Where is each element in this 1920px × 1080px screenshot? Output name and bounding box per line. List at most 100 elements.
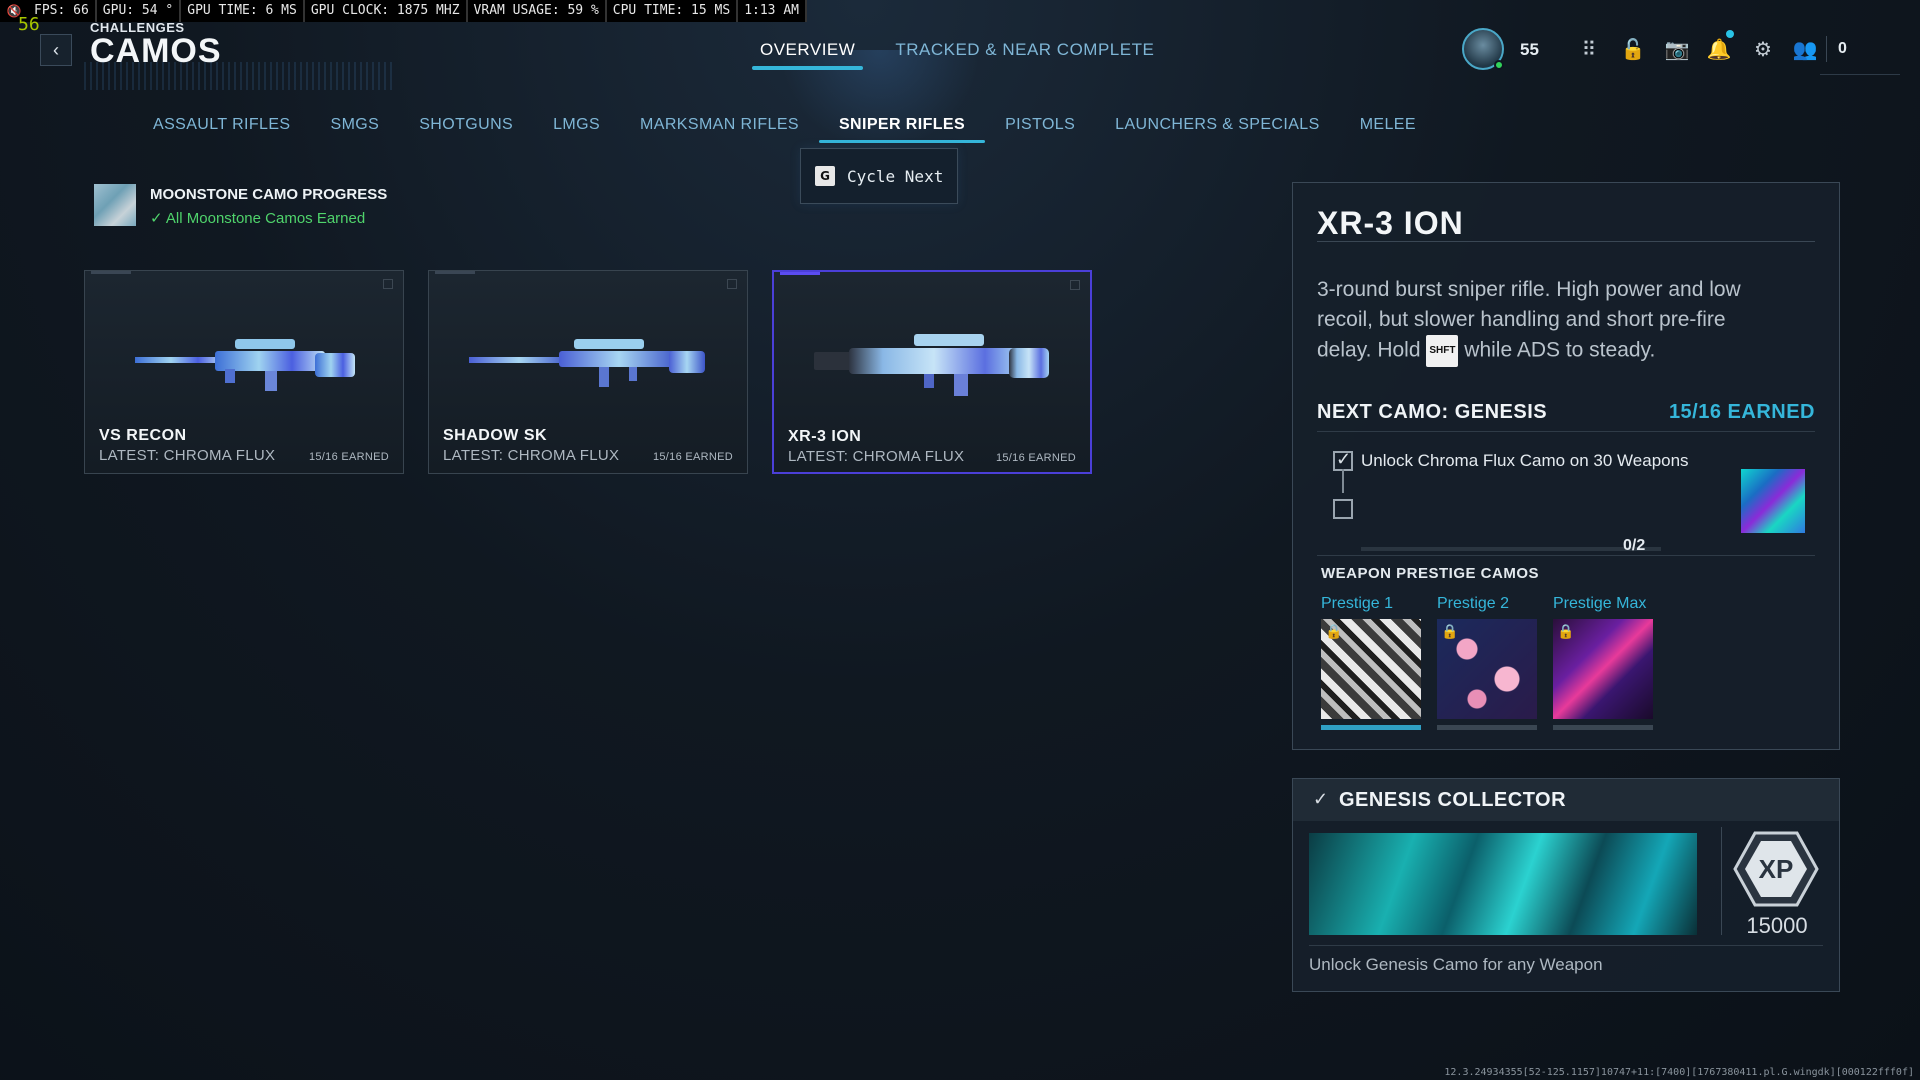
prestige-max[interactable]: Prestige Max 🔒 — [1553, 595, 1653, 730]
weapon-latest-camo: LATEST: CHROMA FLUX — [788, 448, 965, 465]
moonstone-progress: MOONSTONE CAMO PROGRESS ✓ All Moonstone … — [94, 184, 387, 227]
moonstone-status: ✓ All Moonstone Camos Earned — [150, 209, 387, 227]
build-string: 12.3.24934355[52-125.1157]10747+11:[7400… — [1444, 1067, 1914, 1078]
weapon-cards: VS RECON LATEST: CHROMA FLUX 15/16 EARNE… — [84, 270, 1092, 474]
back-button[interactable]: ‹ — [40, 34, 72, 66]
challenge-checkbox-empty — [1333, 499, 1353, 519]
next-camo-earned: 15/16 EARNED — [1668, 401, 1815, 423]
divider — [1309, 945, 1823, 946]
card-top-line — [91, 271, 131, 274]
sniper-rifle-icon — [469, 339, 705, 387]
weapon-card-shadow-sk[interactable]: SHADOW SK LATEST: CHROMA FLUX 15/16 EARN… — [428, 270, 748, 474]
next-camo-label: NEXT CAMO: GENESIS — [1317, 401, 1548, 423]
prestige-1[interactable]: Prestige 1 🔒 — [1321, 595, 1421, 730]
notification-dot-icon — [1726, 30, 1734, 38]
cycle-next-button[interactable]: G Cycle Next — [800, 148, 958, 204]
corner-icon — [383, 279, 393, 289]
prestige-camo-image: 🔒 — [1437, 619, 1537, 719]
fps-counter: 56 — [18, 14, 40, 35]
bell-icon[interactable]: 🔔 — [1706, 36, 1732, 62]
check-icon: ✓ — [1313, 789, 1329, 809]
weapon-earned: 15/16 EARNED — [308, 451, 389, 463]
sniper-rifle-icon — [135, 339, 355, 391]
tab-melee[interactable]: MELEE — [1340, 116, 1436, 134]
perf-clock: 1:13 AM — [738, 0, 807, 22]
weapon-name: XR-3 ION — [788, 428, 862, 445]
prestige-camo-image: 🔒 — [1321, 619, 1421, 719]
detail-description: 3-round burst sniper rifle. High power a… — [1317, 275, 1747, 367]
top-tabs: OVERVIEW TRACKED & NEAR COMPLETE — [751, 40, 1154, 70]
tab-marksman-rifles[interactable]: MARKSMAN RIFLES — [620, 116, 819, 134]
tab-pistols[interactable]: PISTOLS — [985, 116, 1095, 134]
performance-overlay: 🔇 FPS: 66 GPU: 54 ° GPU TIME: 6 MS GPU C… — [0, 0, 807, 22]
camera-icon[interactable]: 📷 — [1664, 36, 1690, 62]
tab-launchers-specials[interactable]: LAUNCHERS & SPECIALS — [1095, 116, 1340, 134]
moonstone-camo-icon — [94, 184, 136, 226]
perf-vram: VRAM USAGE: 59 % — [468, 0, 607, 22]
divider — [1317, 431, 1815, 432]
weapon-name: SHADOW SK — [443, 427, 548, 444]
corner-icon — [1070, 280, 1080, 290]
xp-badge-label: XP — [1759, 854, 1794, 884]
grid-menu-icon[interactable]: ⠿ — [1576, 36, 1602, 62]
perf-gpu-time: GPU TIME: 6 MS — [181, 0, 305, 22]
genesis-title: GENESIS COLLECTOR — [1339, 789, 1567, 811]
chevron-left-icon: ‹ — [53, 39, 59, 60]
moonstone-title: MOONSTONE CAMO PROGRESS — [150, 186, 388, 203]
perf-gpu-temp: GPU: 54 ° — [97, 0, 182, 22]
genesis-camo-preview[interactable] — [1741, 469, 1805, 533]
tab-overview[interactable]: OVERVIEW — [751, 40, 864, 70]
weapon-name: VS RECON — [99, 427, 187, 444]
xp-badge-icon: XP — [1733, 831, 1819, 907]
tab-lmgs[interactable]: LMGS — [533, 116, 620, 134]
currency-underline — [1820, 74, 1900, 75]
challenge-progress-bar — [1361, 547, 1661, 551]
tab-shotguns[interactable]: SHOTGUNS — [399, 116, 533, 134]
prestige-progress-bar — [1321, 725, 1421, 730]
gear-icon[interactable]: ⚙ — [1750, 36, 1776, 62]
xp-reward-value: 15000 — [1746, 913, 1808, 938]
desc-text-2: while ADS to steady. — [1458, 338, 1656, 362]
tab-sniper-rifles[interactable]: SNIPER RIFLES — [818, 116, 986, 143]
connector-line — [1342, 469, 1344, 493]
prestige-header: WEAPON PRESTIGE CAMOS — [1321, 565, 1540, 582]
check-icon: ✓ — [150, 210, 166, 227]
card-top-line — [780, 272, 820, 275]
weapon-latest-camo: LATEST: CHROMA FLUX — [443, 447, 620, 464]
weapon-earned: 15/16 EARNED — [995, 452, 1076, 464]
cycle-next-label: Cycle Next — [847, 166, 944, 186]
tab-assault-rifles[interactable]: ASSAULT RIFLES — [133, 116, 311, 134]
prestige-progress-bar — [1553, 725, 1653, 730]
genesis-description: Unlock Genesis Camo for any Weapon — [1309, 955, 1603, 974]
divider — [1317, 241, 1815, 242]
sniper-rifle-icon — [814, 334, 1049, 396]
tab-tracked[interactable]: TRACKED & NEAR COMPLETE — [895, 40, 1154, 70]
genesis-reward-image — [1309, 833, 1697, 935]
weapon-detail-panel: XR-3 ION 3-round burst sniper rifle. Hig… — [1292, 182, 1840, 750]
divider — [1317, 555, 1815, 556]
unlock-icon[interactable]: 🔓 — [1620, 36, 1646, 62]
currency-count: 0 — [1838, 40, 1847, 57]
online-status-icon — [1494, 60, 1504, 70]
challenge-progress: 0/2 — [1623, 537, 1646, 554]
genesis-collector-panel: ✓ GENESIS COLLECTOR XP 15000 Unlock Gene… — [1292, 778, 1840, 992]
prestige-progress-bar — [1437, 725, 1537, 730]
prestige-name: Prestige 2 — [1437, 595, 1510, 612]
prestige-name: Prestige Max — [1553, 595, 1647, 612]
weapon-card-vs-recon[interactable]: VS RECON LATEST: CHROMA FLUX 15/16 EARNE… — [84, 270, 404, 474]
weapon-latest-camo: LATEST: CHROMA FLUX — [99, 447, 276, 464]
perf-cpu-time: CPU TIME: 15 MS — [607, 0, 739, 22]
top-right-bar: 55 ⠿ 🔓 📷 🔔 ⚙ 👥 0 — [1400, 26, 1920, 76]
prestige-2[interactable]: Prestige 2 🔒 — [1437, 595, 1537, 730]
shift-key-icon: SHFT — [1426, 335, 1459, 367]
card-top-line — [435, 271, 475, 274]
player-level: 55 — [1520, 40, 1539, 59]
perf-gpu-clock: GPU CLOCK: 1875 MHZ — [305, 0, 468, 22]
category-tabs: ASSAULT RIFLES SMGS SHOTGUNS LMGS MARKSM… — [133, 116, 1436, 143]
friends-icon[interactable]: 👥 — [1792, 36, 1818, 62]
weapon-card-xr3-ion[interactable]: XR-3 ION LATEST: CHROMA FLUX 15/16 EARNE… — [772, 270, 1092, 474]
tab-smgs[interactable]: SMGS — [311, 116, 400, 134]
header-decoration — [84, 62, 394, 90]
challenge-checkbox-checked — [1333, 449, 1353, 471]
detail-title: XR-3 ION — [1317, 205, 1464, 241]
